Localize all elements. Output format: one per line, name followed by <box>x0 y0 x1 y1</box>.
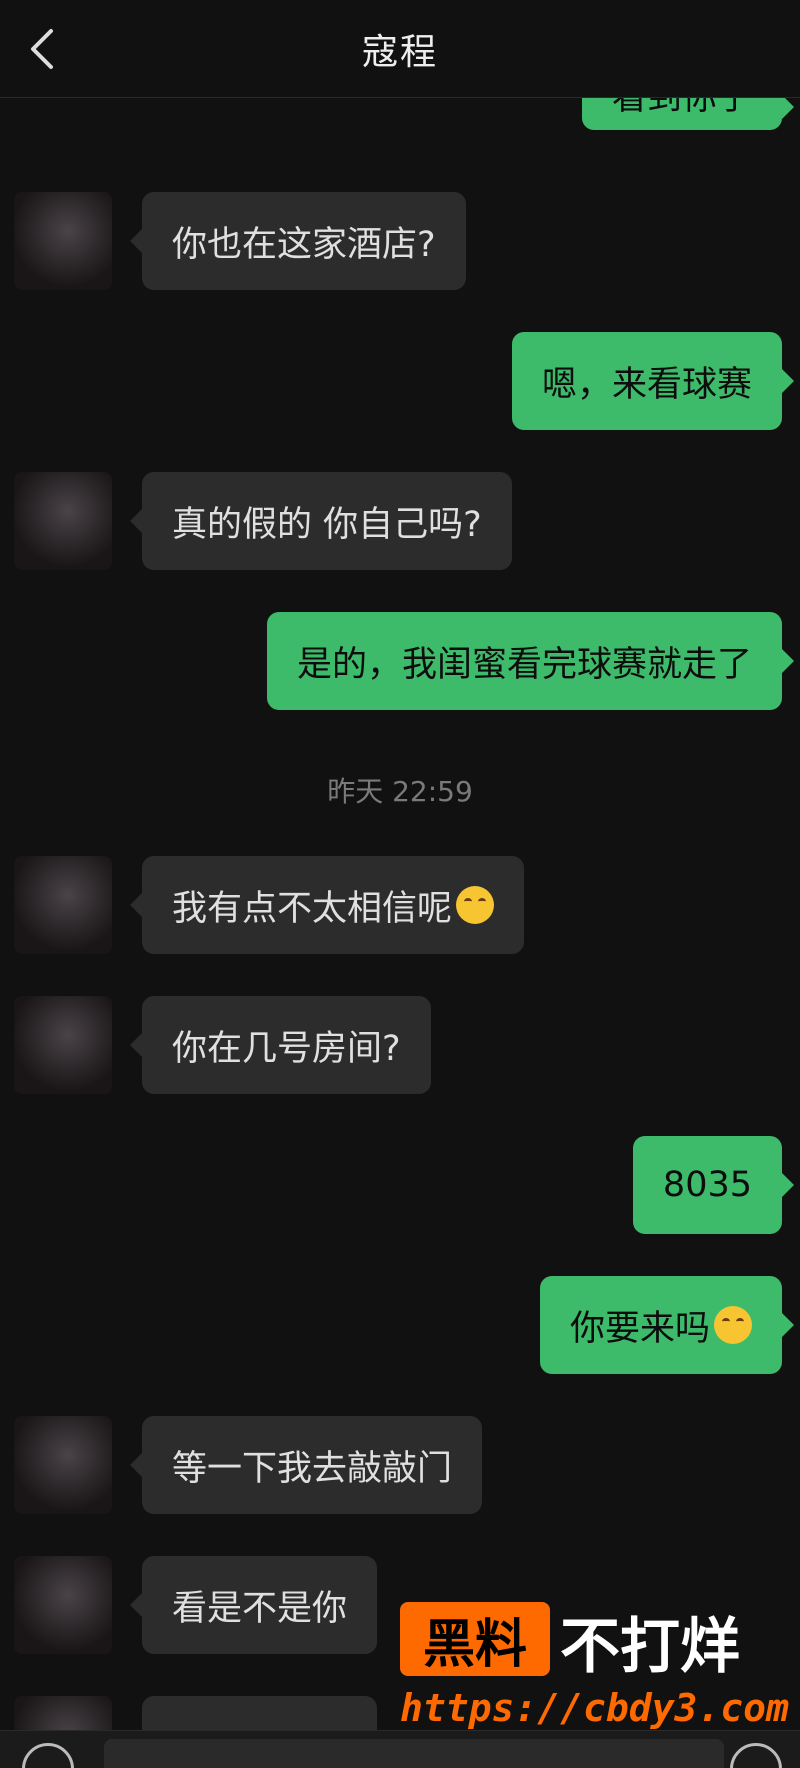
message-row: 8035 <box>0 1136 800 1234</box>
contact-avatar[interactable] <box>14 1416 112 1514</box>
watermark-url: https://cbdy3.com <box>400 1686 789 1730</box>
contact-avatar[interactable] <box>14 1556 112 1654</box>
chat-header: 寇程 <box>0 0 800 98</box>
message-bubble-incoming[interactable]: 我有点不太相信呢 <box>129 856 525 954</box>
message-row: 真的假的 你自己吗? <box>0 472 800 570</box>
message-row: 我有点不太相信呢 <box>0 856 800 954</box>
message-bubble-incoming[interactable]: 等一下我去敲敲门 <box>129 1416 483 1514</box>
message-bubble-outgoing[interactable]: 看到你了 <box>581 98 795 130</box>
message-bubble-outgoing[interactable]: 8035 <box>632 1136 795 1234</box>
chevron-left-icon <box>31 29 53 69</box>
message-row: 看到你了 <box>0 98 800 148</box>
message-bubble-incoming[interactable]: 不要骗我啊 <box>142 1696 378 1731</box>
message-text: 等一下我去敲敲门 <box>172 1448 453 1489</box>
message-text: 你也在这家酒店? <box>172 224 436 265</box>
message-text: 你在几号房间? <box>172 1028 401 1069</box>
message-text: 看到你了 <box>612 98 752 120</box>
watermark-badge: 黑料 <box>400 1602 550 1676</box>
message-text: 你要来吗 <box>569 1308 710 1349</box>
watermark: 黑料 不打烊 https://cbdy3.com <box>400 1598 789 1738</box>
message-text: 真的假的 你自己吗? <box>172 504 482 545</box>
message-bubble-incoming[interactable]: 真的假的 你自己吗? <box>130 472 512 570</box>
message-timestamp: 昨天 22:59 <box>327 775 473 808</box>
message-row: 等一下我去敲敲门 <box>0 1416 800 1514</box>
contact-avatar[interactable] <box>14 996 112 1094</box>
voice-icon[interactable] <box>22 1743 74 1768</box>
message-row: 嗯，来看球赛 <box>0 332 800 430</box>
message-row: 是的，我闺蜜看完球赛就走了 <box>0 612 800 710</box>
message-bubble-incoming[interactable]: 看是不是你 <box>129 1556 378 1654</box>
message-bubble-incoming[interactable]: 你在几号房间? <box>130 996 431 1094</box>
message-list[interactable]: 看到你了 你也在这家酒店? 嗯，来看球赛 真的假的 你自己吗? 是的，我闺蜜看完… <box>0 98 800 1730</box>
message-row: 你在几号房间? <box>0 996 800 1094</box>
chat-title: 寇程 <box>361 31 438 73</box>
message-row: 你要来吗 <box>0 1276 800 1374</box>
message-text: 是的，我闺蜜看完球赛就走了 <box>296 644 752 685</box>
message-bubble-outgoing[interactable]: 是的，我闺蜜看完球赛就走了 <box>266 612 795 710</box>
thinking-emoji-icon <box>714 1306 752 1344</box>
watermark-text: 不打烊 <box>560 1612 740 1682</box>
message-text: 8035 <box>662 1165 752 1205</box>
message-text: 我有点不太相信呢 <box>172 888 453 929</box>
tears-of-joy-emoji-icon <box>456 886 495 924</box>
contact-avatar[interactable] <box>14 856 112 954</box>
contact-avatar[interactable] <box>14 192 112 290</box>
message-bubble-outgoing[interactable]: 你要来吗 <box>539 1276 795 1374</box>
plus-icon[interactable] <box>730 1743 782 1768</box>
message-bubble-outgoing[interactable]: 嗯，来看球赛 <box>511 332 795 430</box>
message-input[interactable] <box>104 1739 724 1768</box>
message-text: 看是不是你 <box>172 1588 348 1629</box>
message-bubble-incoming[interactable]: 你也在这家酒店? <box>130 192 466 290</box>
contact-avatar[interactable] <box>14 472 112 570</box>
back-button[interactable] <box>18 20 66 78</box>
contact-avatar[interactable] <box>14 1696 112 1730</box>
message-text: 嗯，来看球赛 <box>541 364 752 405</box>
message-text: 不要骗我啊 <box>172 1720 347 1731</box>
message-row: 你也在这家酒店? <box>0 192 800 290</box>
